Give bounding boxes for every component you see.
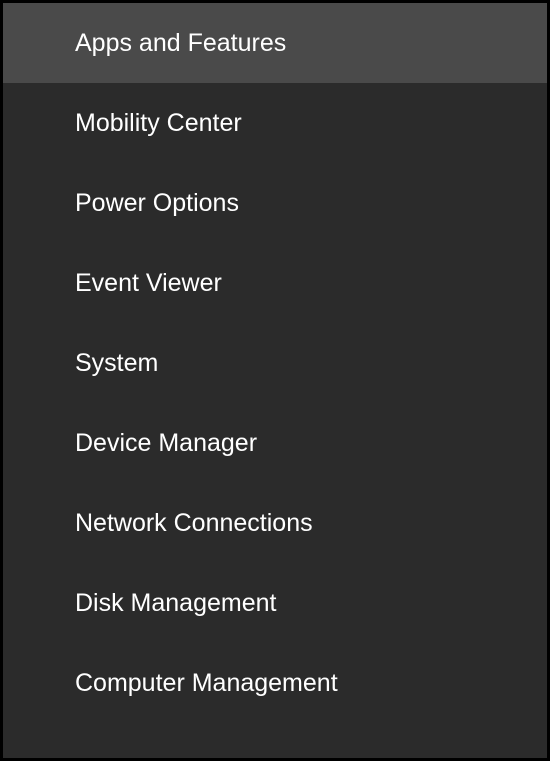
- menu-item-label: Computer Management: [75, 668, 338, 698]
- menu-item-label: Mobility Center: [75, 108, 242, 138]
- menu-item-system[interactable]: System: [3, 323, 547, 403]
- menu-item-device-manager[interactable]: Device Manager: [3, 403, 547, 483]
- menu-item-network-connections[interactable]: Network Connections: [3, 483, 547, 563]
- menu-item-label: System: [75, 348, 158, 378]
- menu-item-apps-and-features[interactable]: Apps and Features: [3, 3, 547, 83]
- context-menu: Apps and Features Mobility Center Power …: [0, 0, 550, 761]
- menu-item-label: Apps and Features: [75, 28, 286, 58]
- menu-item-label: Disk Management: [75, 588, 276, 618]
- menu-item-label: Event Viewer: [75, 268, 222, 298]
- menu-item-label: Device Manager: [75, 428, 257, 458]
- menu-item-mobility-center[interactable]: Mobility Center: [3, 83, 547, 163]
- menu-item-power-options[interactable]: Power Options: [3, 163, 547, 243]
- menu-item-event-viewer[interactable]: Event Viewer: [3, 243, 547, 323]
- menu-item-disk-management[interactable]: Disk Management: [3, 563, 547, 643]
- menu-item-label: Network Connections: [75, 508, 313, 538]
- menu-item-label: Power Options: [75, 188, 239, 218]
- menu-item-computer-management[interactable]: Computer Management: [3, 643, 547, 723]
